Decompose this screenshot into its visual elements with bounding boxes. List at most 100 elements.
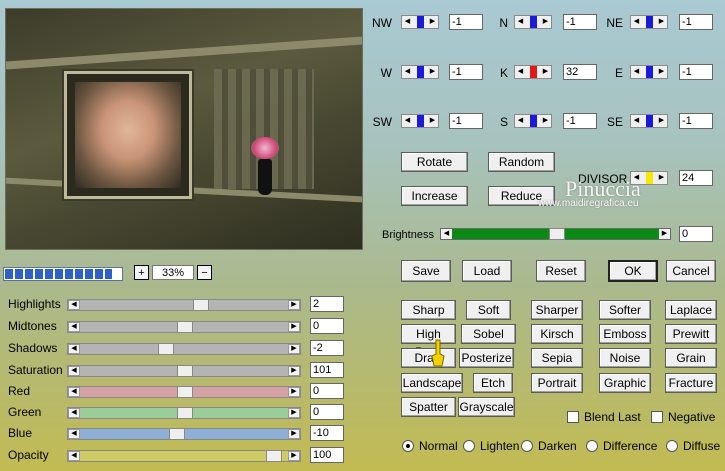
- arrow-left-icon[interactable]: ◀: [68, 408, 80, 418]
- cancel-button[interactable]: Cancel: [666, 260, 716, 282]
- slider-track[interactable]: ◀ ▶: [67, 386, 301, 398]
- slider-value[interactable]: 0: [310, 318, 344, 334]
- arrow-right-icon[interactable]: ▶: [659, 229, 670, 239]
- slider-value[interactable]: 0: [310, 404, 344, 420]
- arrow-left-icon[interactable]: ◀: [516, 16, 525, 28]
- arrow-left-icon[interactable]: ◀: [403, 16, 412, 28]
- matrix-value[interactable]: 32: [563, 64, 597, 80]
- matrix-thumb[interactable]: [646, 115, 653, 127]
- blend-last-checkbox[interactable]: [567, 411, 579, 423]
- slider-thumb[interactable]: [177, 321, 193, 333]
- brightness-slider[interactable]: ◀ ▶: [440, 228, 671, 240]
- matrix-slider[interactable]: ◀ ▶: [514, 65, 552, 79]
- matrix-thumb[interactable]: [417, 66, 424, 78]
- slider-track[interactable]: ◀ ▶: [67, 428, 301, 440]
- matrix-thumb[interactable]: [530, 115, 537, 127]
- matrix-value[interactable]: -1: [449, 14, 483, 30]
- preset-button[interactable]: Landscape: [401, 373, 463, 393]
- brightness-thumb[interactable]: [548, 228, 565, 240]
- arrow-right-icon[interactable]: ▶: [657, 16, 666, 28]
- negative-checkbox[interactable]: [651, 411, 663, 423]
- slider-thumb[interactable]: [177, 386, 193, 398]
- matrix-value[interactable]: -1: [449, 64, 483, 80]
- matrix-value[interactable]: -1: [563, 113, 597, 129]
- divisor-thumb[interactable]: [646, 172, 653, 184]
- slider-value[interactable]: -10: [310, 425, 344, 441]
- arrow-right-icon[interactable]: ▶: [288, 429, 300, 439]
- arrow-left-icon[interactable]: ◀: [68, 451, 80, 461]
- arrow-left-icon[interactable]: ◀: [516, 66, 525, 78]
- preset-button[interactable]: Etch: [473, 373, 513, 393]
- mode-radio[interactable]: [586, 440, 598, 452]
- arrow-left-icon[interactable]: ◀: [632, 16, 641, 28]
- slider-track[interactable]: ◀ ▶: [67, 365, 301, 377]
- arrow-right-icon[interactable]: ▶: [288, 366, 300, 376]
- matrix-thumb[interactable]: [530, 66, 537, 78]
- random-button[interactable]: Random: [488, 152, 555, 172]
- matrix-thumb[interactable]: [417, 16, 424, 28]
- arrow-right-icon[interactable]: ▶: [657, 172, 666, 184]
- preset-button[interactable]: Noise: [599, 348, 651, 368]
- arrow-right-icon[interactable]: ▶: [657, 115, 666, 127]
- matrix-value[interactable]: -1: [679, 14, 713, 30]
- arrow-left-icon[interactable]: ◀: [68, 429, 80, 439]
- slider-track[interactable]: ◀ ▶: [67, 343, 301, 355]
- matrix-thumb[interactable]: [530, 16, 537, 28]
- slider-thumb[interactable]: [177, 407, 193, 419]
- reset-button[interactable]: Reset: [536, 260, 586, 282]
- arrow-right-icon[interactable]: ▶: [428, 66, 437, 78]
- save-button[interactable]: Save: [401, 260, 451, 282]
- arrow-right-icon[interactable]: ▶: [428, 115, 437, 127]
- slider-thumb[interactable]: [266, 450, 283, 462]
- arrow-right-icon[interactable]: ▶: [288, 387, 300, 397]
- slider-track[interactable]: ◀ ▶: [67, 299, 301, 311]
- preset-button[interactable]: Laplace: [665, 300, 717, 320]
- arrow-right-icon[interactable]: ▶: [657, 66, 666, 78]
- slider-thumb[interactable]: [177, 365, 193, 377]
- arrow-right-icon[interactable]: ▶: [541, 16, 550, 28]
- preset-button[interactable]: Sepia: [531, 348, 583, 368]
- arrow-left-icon[interactable]: ◀: [68, 366, 80, 376]
- arrow-right-icon[interactable]: ▶: [288, 408, 300, 418]
- zoom-out-button[interactable]: −: [197, 265, 212, 280]
- slider-value[interactable]: -2: [310, 340, 344, 356]
- brightness-value[interactable]: 0: [679, 226, 713, 242]
- preset-button[interactable]: Emboss: [599, 324, 651, 344]
- preset-button[interactable]: Kirsch: [531, 324, 583, 344]
- preset-button[interactable]: Soft: [466, 300, 511, 320]
- increase-button[interactable]: Increase: [401, 186, 468, 206]
- matrix-value[interactable]: -1: [563, 14, 597, 30]
- arrow-right-icon[interactable]: ▶: [288, 451, 300, 461]
- preset-button[interactable]: Graphic: [599, 373, 651, 393]
- mode-radio[interactable]: [402, 440, 414, 452]
- arrow-left-icon[interactable]: ◀: [68, 387, 80, 397]
- matrix-slider[interactable]: ◀ ▶: [514, 114, 552, 128]
- slider-value[interactable]: 101: [310, 362, 344, 378]
- preset-button[interactable]: Spatter: [401, 397, 456, 417]
- mode-radio[interactable]: [463, 440, 475, 452]
- arrow-left-icon[interactable]: ◀: [441, 229, 452, 239]
- slider-thumb[interactable]: [157, 343, 174, 355]
- arrow-left-icon[interactable]: ◀: [68, 322, 80, 332]
- preset-button[interactable]: Softer: [599, 300, 651, 320]
- slider-track[interactable]: ◀ ▶: [67, 450, 301, 462]
- preset-button[interactable]: Sharp: [401, 300, 456, 320]
- matrix-thumb[interactable]: [417, 115, 424, 127]
- divisor-value[interactable]: 24: [679, 170, 713, 186]
- arrow-right-icon[interactable]: ▶: [541, 66, 550, 78]
- preset-button[interactable]: Prewitt: [665, 324, 717, 344]
- slider-thumb[interactable]: [192, 299, 209, 311]
- preset-button[interactable]: Fracture: [665, 373, 717, 393]
- slider-track[interactable]: ◀ ▶: [67, 407, 301, 419]
- rotate-button[interactable]: Rotate: [401, 152, 468, 172]
- preset-button[interactable]: Sharper: [531, 300, 583, 320]
- matrix-slider[interactable]: ◀ ▶: [630, 65, 668, 79]
- matrix-slider[interactable]: ◀ ▶: [401, 114, 439, 128]
- matrix-thumb[interactable]: [646, 66, 653, 78]
- arrow-left-icon[interactable]: ◀: [403, 66, 412, 78]
- matrix-slider[interactable]: ◀ ▶: [630, 114, 668, 128]
- matrix-value[interactable]: -1: [679, 113, 713, 129]
- ok-button[interactable]: OK: [608, 260, 658, 282]
- mode-radio[interactable]: [521, 440, 533, 452]
- preset-button[interactable]: Portrait: [531, 373, 583, 393]
